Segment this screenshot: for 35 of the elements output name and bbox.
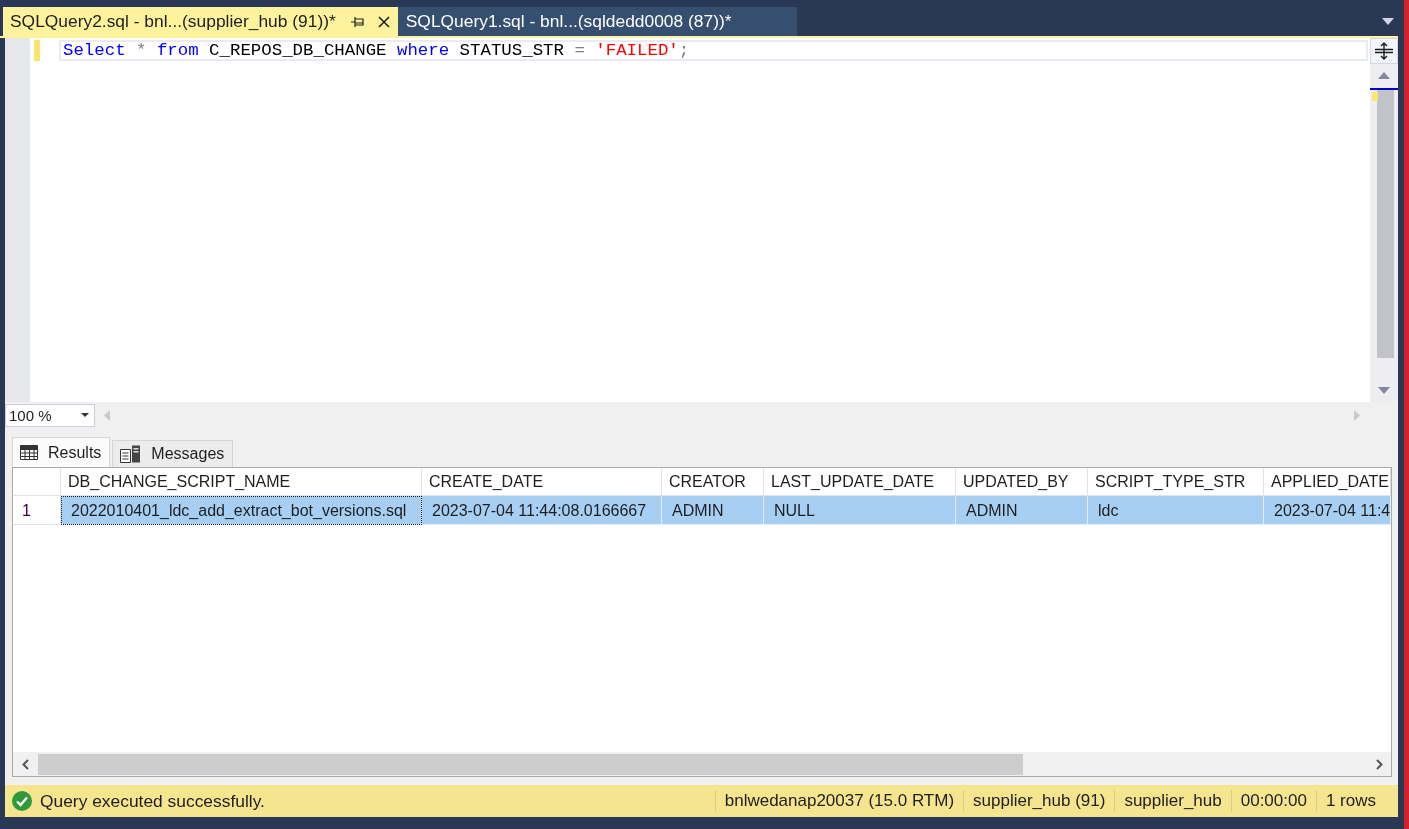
- table-row[interactable]: 2022010401_ldc_add_extract_bot_versions.sql 2023-07-04 11:44:08.0166667 ADMIN NULL ADMIN ldc 2023-07-04 11:4: [61, 496, 1391, 525]
- pin-icon[interactable]: [350, 15, 364, 28]
- table-icon: [20, 445, 38, 460]
- chevron-left-icon[interactable]: [21, 758, 29, 770]
- code-editor[interactable]: Select * from C_REPOS_DB_CHANGE where STATUS_STR = 'FAILED';: [30, 38, 1370, 402]
- table-cell: NULL: [764, 496, 956, 525]
- splitter-icon: [1375, 42, 1393, 60]
- zoom-combo[interactable]: 100 %: [5, 403, 95, 427]
- status-segment: 1 rows: [1315, 790, 1398, 812]
- status-segment: supplier_hub (91): [963, 790, 1115, 812]
- scroll-up-icon[interactable]: [1378, 71, 1390, 79]
- status-segment: bnlwedanap20037 (15.0 RTM): [714, 790, 964, 812]
- table-cell: ADMIN: [956, 496, 1088, 525]
- editor-tab[interactable]: SQLQuery1.sql - bnl...(sqldedd0008 (87))*: [397, 7, 797, 36]
- result-tab[interactable]: Results: [12, 437, 111, 467]
- status-segment: 00:00:00: [1230, 790, 1316, 812]
- status-message: Query executed successfully.: [40, 790, 265, 812]
- result-tab[interactable]: Messages: [112, 440, 234, 467]
- table-cell: 2023-07-04 11:44:08.0166667: [422, 496, 662, 525]
- table-cell: ADMIN: [662, 496, 764, 525]
- table-cell: ldc: [1088, 496, 1264, 525]
- close-icon[interactable]: [377, 15, 390, 28]
- dropdown-icon[interactable]: [1382, 17, 1394, 25]
- table-cell: 2022010401_ldc_add_extract_bot_versions.sql: [61, 496, 422, 525]
- table-cell: 2023-07-04 11:4: [1264, 496, 1391, 525]
- split-button[interactable]: [1370, 38, 1398, 64]
- chevron-right-icon[interactable]: [1375, 758, 1383, 770]
- status-segment: supplier_hub: [1114, 790, 1231, 812]
- caret-icon: [81, 413, 89, 417]
- scrollbar-thumb[interactable]: [38, 753, 1023, 775]
- caret-position-marker: [1370, 88, 1398, 90]
- messages-icon: [120, 445, 142, 463]
- editor-tab[interactable]: SQLQuery2.sql - bnl...(supplier_hub (91))*: [3, 7, 398, 36]
- scroll-down-icon[interactable]: [1378, 386, 1390, 394]
- scrollbar-thumb[interactable]: [1377, 90, 1394, 358]
